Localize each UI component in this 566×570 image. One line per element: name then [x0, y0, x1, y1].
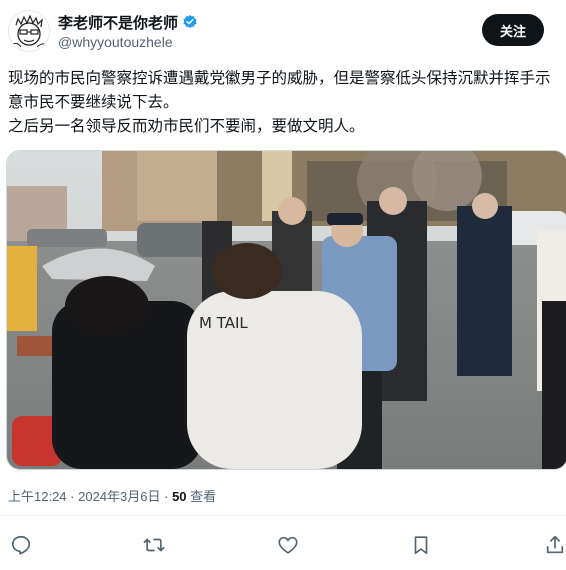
cartoon-face-avatar-icon [9, 11, 49, 51]
share-button[interactable] [544, 534, 566, 556]
like-icon [278, 536, 298, 554]
tweet-time[interactable]: 上午12:24 [8, 489, 67, 504]
views-label: 查看 [186, 489, 217, 504]
display-name[interactable]: 李老师不是你老师 [58, 12, 178, 33]
like-button[interactable] [277, 534, 299, 556]
tweet-metadata: 上午12:24 · 2024年3月6日 · 50 查看 [8, 486, 216, 505]
tweet-media-video[interactable]: M TAIL [6, 150, 566, 470]
tweet-action-bar [8, 534, 564, 558]
video-still-image: M TAIL [7, 151, 566, 469]
divider [0, 515, 566, 516]
retweet-button[interactable] [143, 534, 165, 556]
verified-badge-icon [183, 15, 197, 29]
views-count: 50 [172, 489, 187, 504]
user-handle[interactable]: @whyyoutouzhele [58, 34, 198, 50]
bookmark-button[interactable] [410, 534, 432, 556]
share-icon [546, 535, 564, 554]
tweet-text: 现场的市民向警察控诉遭遇戴党徽男子的威胁，但是警察低头保持沉默并挥手示意市民不要… [8, 66, 560, 138]
reply-button[interactable] [10, 534, 32, 556]
tweet-text-line-1: 现场的市民向警察控诉遭遇戴党徽男子的威胁，但是警察低头保持沉默并挥手示意市民不要… [8, 69, 551, 111]
meta-separator: · [66, 489, 79, 504]
follow-button[interactable]: 关注 [482, 14, 544, 46]
retweet-icon [143, 538, 165, 552]
meta-separator: · [160, 489, 173, 504]
jacket-text: M TAIL [199, 314, 248, 332]
tweet-date[interactable]: 2024年3月6日 [78, 489, 160, 504]
tweet-text-line-2: 之后另一名领导反而劝市民们不要闹，要做文明人。 [8, 117, 365, 135]
reply-icon [11, 535, 31, 555]
bookmark-icon [414, 536, 428, 555]
tweet-header: 李老师不是你老师 @whyyoutouzhele 关注 [8, 8, 552, 56]
avatar[interactable] [8, 10, 50, 52]
